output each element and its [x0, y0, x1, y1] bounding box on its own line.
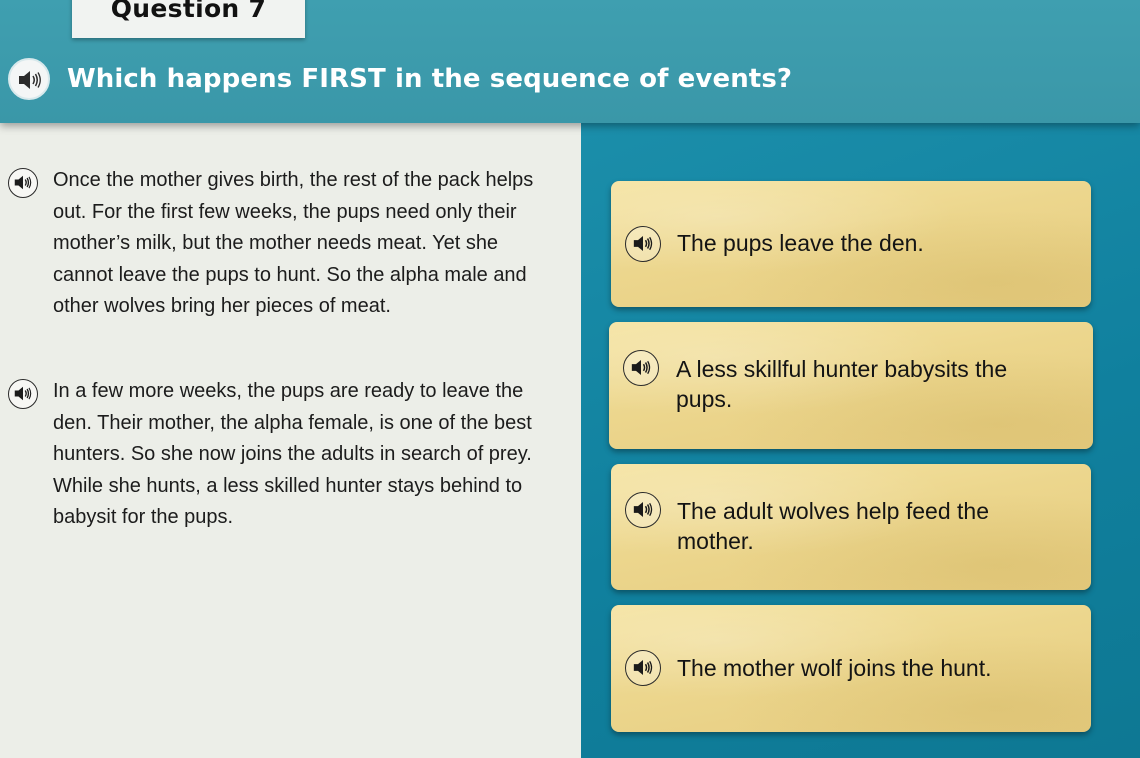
- speaker-icon: [633, 236, 653, 251]
- answer-text: The adult wolves help feed the mother.: [677, 498, 989, 554]
- answer-3-audio-button[interactable]: [625, 492, 661, 528]
- question-number: Question 7: [110, 0, 267, 23]
- answer-option-4[interactable]: The mother wolf joins the hunt.: [611, 605, 1091, 732]
- question-number-tab: Question 7: [72, 0, 305, 38]
- question-prompt: Which happens FIRST in the sequence of e…: [67, 64, 793, 94]
- paragraph-text: In a few more weeks, the pups are ready …: [53, 380, 532, 528]
- speaker-icon: [633, 502, 653, 517]
- speaker-icon: [19, 71, 41, 89]
- speaker-icon: [14, 386, 32, 401]
- answer-4-audio-button[interactable]: [625, 650, 661, 686]
- answer-option-1[interactable]: The pups leave the den.: [611, 181, 1091, 307]
- question-audio-button[interactable]: [8, 58, 50, 100]
- paragraph-2-audio-button[interactable]: [8, 379, 38, 409]
- passage-panel: Once the mother gives birth, the rest of…: [0, 123, 581, 758]
- answer-option-3[interactable]: The adult wolves help feed the mother.: [611, 464, 1091, 590]
- speaker-icon: [633, 660, 653, 675]
- answer-option-2[interactable]: A less skillful hunter babysits the pups…: [609, 322, 1093, 449]
- paragraph-1-audio-button[interactable]: [8, 168, 38, 198]
- speaker-icon: [14, 175, 32, 190]
- speaker-icon: [631, 360, 651, 375]
- answer-1-audio-button[interactable]: [625, 226, 661, 262]
- answer-text: A less skillful hunter babysits the pups…: [676, 356, 1008, 412]
- question-header: Question 7 Which happens FIRST in the se…: [0, 0, 1140, 123]
- answer-text: The pups leave the den.: [677, 230, 924, 256]
- answer-panel: The pups leave the den. A less skillful …: [581, 123, 1140, 758]
- paragraph-text: Once the mother gives birth, the rest of…: [53, 169, 534, 317]
- answer-text: The mother wolf joins the hunt.: [677, 655, 992, 681]
- answer-2-audio-button[interactable]: [623, 350, 659, 386]
